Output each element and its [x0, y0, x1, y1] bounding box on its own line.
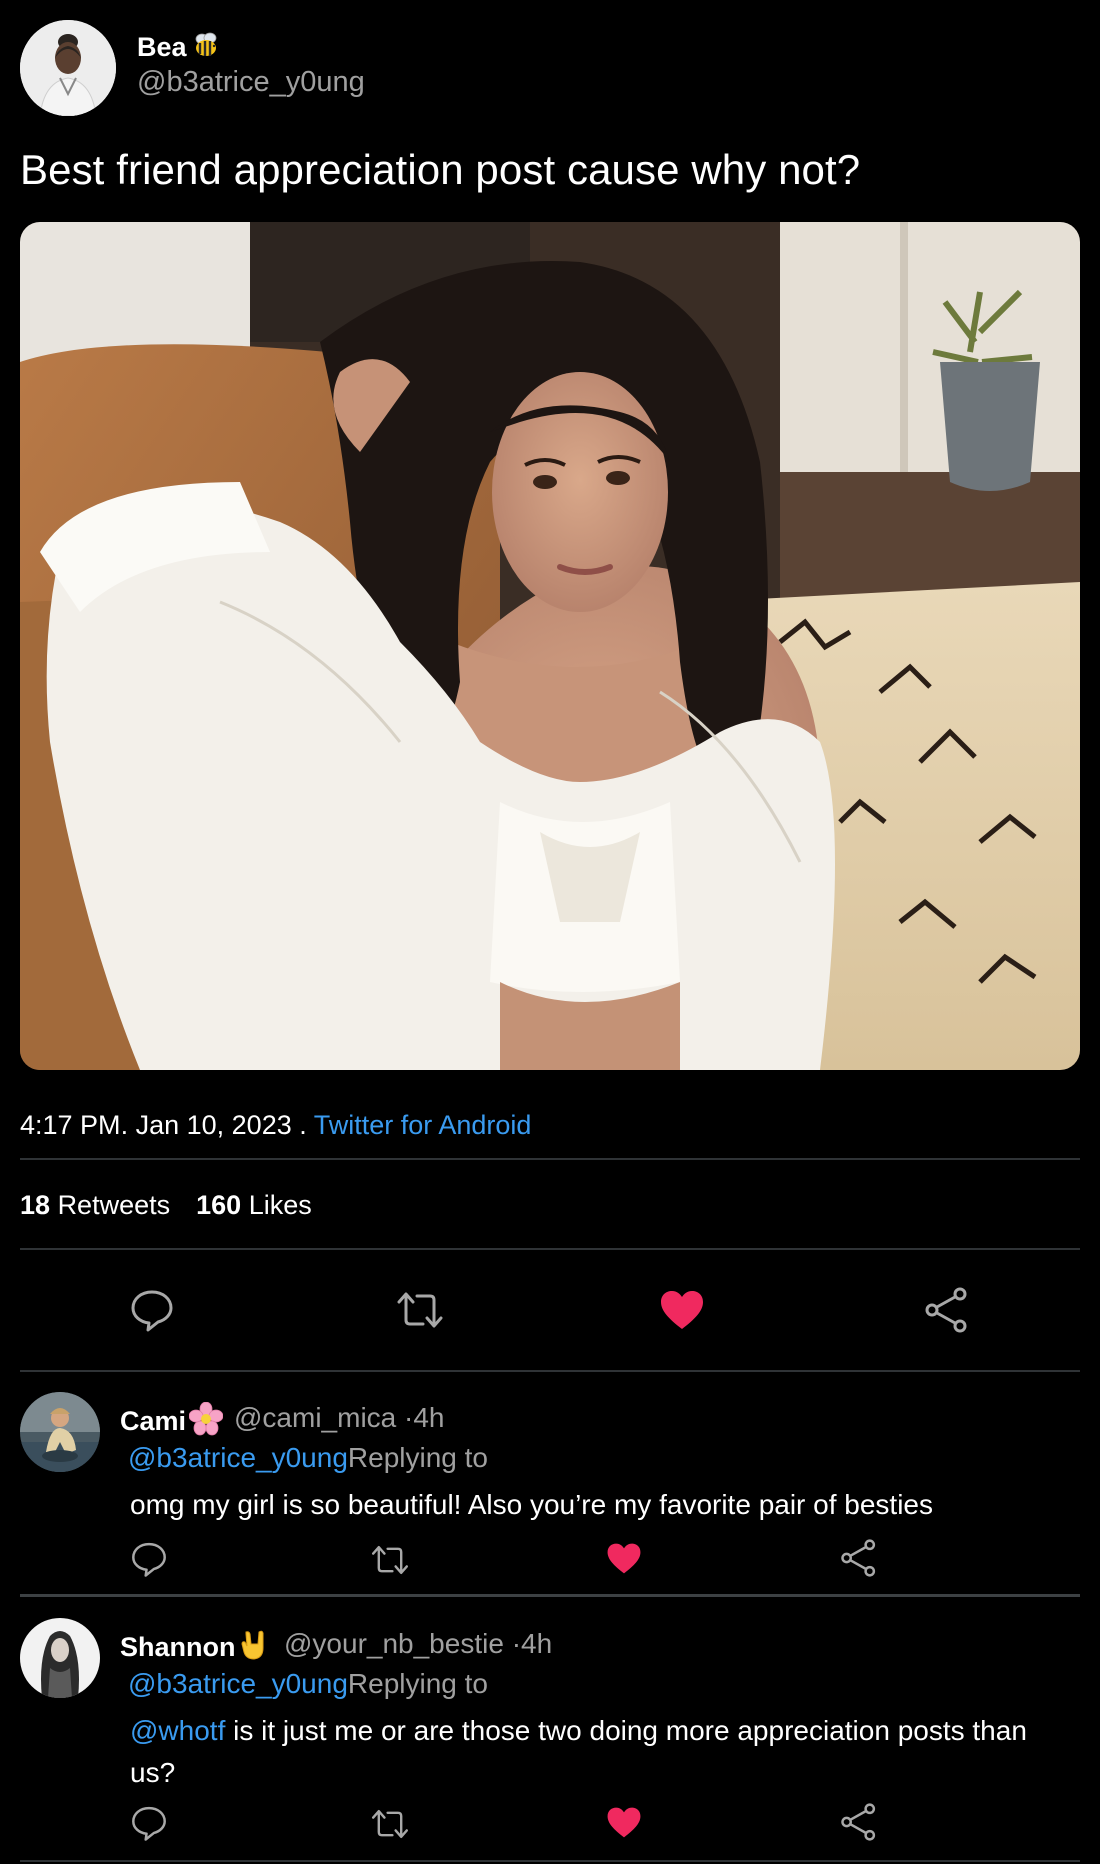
- likes-count: 160: [196, 1190, 242, 1220]
- reply-share-button[interactable]: [840, 1538, 880, 1580]
- reply-item[interactable]: Cami @cami_mica ·4h @b3atrice_y0ungReply…: [20, 1392, 1080, 1592]
- tweet-text: Best friend appreciation post cause why …: [20, 146, 861, 193]
- reply-like-button[interactable]: [606, 1542, 646, 1582]
- divider: [20, 1158, 1080, 1160]
- divider: [20, 1370, 1080, 1372]
- tweet-actions: [0, 1285, 1100, 1335]
- share-button[interactable]: [922, 1285, 972, 1335]
- share-icon: [841, 1803, 876, 1841]
- share-icon: [925, 1287, 967, 1333]
- reply-time: ·4h: [404, 1402, 445, 1433]
- replying-to-mention[interactable]: @b3atrice_y0ung: [128, 1442, 348, 1473]
- reply-author-handle[interactable]: @your_nb_bestie ·4h: [284, 1628, 552, 1660]
- replying-to-mention[interactable]: @b3atrice_y0ung: [128, 1668, 348, 1699]
- reply-item[interactable]: Shannon @your_nb_bestie ·4h @b3atrice_y0…: [20, 1618, 1080, 1858]
- source-separator: .: [299, 1110, 307, 1140]
- like-icon: [607, 1543, 641, 1574]
- reply-author-name[interactable]: Shannon: [120, 1628, 272, 1669]
- tweet-stats: 18 Retweets 160 Likes: [20, 1190, 312, 1221]
- tweet-timestamp: 4:17 PM. Jan 10, 2023 . Twitter for Andr…: [20, 1110, 531, 1141]
- like-icon: [607, 1807, 641, 1838]
- reply-avatar[interactable]: [20, 1392, 100, 1472]
- reply-icon: [131, 1290, 173, 1332]
- reply-icon: [132, 1806, 166, 1841]
- date-separator: .: [120, 1110, 129, 1140]
- share-icon: [841, 1539, 876, 1577]
- reply-text-mention[interactable]: @whotf: [130, 1715, 225, 1746]
- tweet-date: Jan 10, 2023: [135, 1110, 292, 1140]
- like-icon: [661, 1291, 703, 1329]
- bee-emoji-icon: [191, 30, 221, 67]
- retweet-icon: [372, 1810, 408, 1839]
- reply-like-button[interactable]: [606, 1806, 646, 1846]
- tweet-photo[interactable]: [20, 222, 1080, 1070]
- reply-author-handle[interactable]: @cami_mica ·4h: [234, 1402, 444, 1434]
- reply-retweet-button[interactable]: [370, 1542, 414, 1582]
- reply-text-body: is it just me or are those two doing mor…: [130, 1715, 1027, 1788]
- like-button[interactable]: [657, 1285, 707, 1335]
- reply-author-name-text: Shannon: [120, 1632, 236, 1662]
- retweet-icon: [397, 1292, 443, 1328]
- reply-share-button[interactable]: [840, 1802, 880, 1844]
- retweets-label: Retweets: [57, 1190, 171, 1220]
- author-name[interactable]: Bea: [137, 30, 221, 67]
- retweets-count: 18: [20, 1190, 51, 1220]
- retweet-button[interactable]: [395, 1285, 445, 1335]
- rock-hand-emoji-icon: [238, 1628, 272, 1669]
- replying-to: @b3atrice_y0ungReplying to: [128, 1442, 488, 1474]
- reply-author-name-text: Cami: [120, 1406, 187, 1436]
- retweet-icon: [372, 1546, 408, 1575]
- tweet-source-link[interactable]: Twitter for Android: [314, 1110, 532, 1140]
- author-handle[interactable]: @b3atrice_y0ung: [137, 66, 365, 99]
- reply-time: ·4h: [511, 1628, 553, 1659]
- reply-reply-button[interactable]: [130, 1540, 170, 1580]
- replying-to-label: Replying to: [347, 1442, 488, 1473]
- reply-button[interactable]: [127, 1285, 177, 1335]
- reply-text: @whotf is it just me or are those two do…: [130, 1710, 1070, 1794]
- divider: [20, 1594, 1080, 1597]
- divider: [20, 1248, 1080, 1250]
- reply-text: omg my girl is so beautiful! Also you’re…: [130, 1489, 934, 1520]
- likes-label: Likes: [248, 1190, 312, 1220]
- reply-handle-text: @cami_mica: [234, 1402, 397, 1433]
- reply-icon: [132, 1542, 166, 1577]
- reply-retweet-button[interactable]: [370, 1806, 414, 1846]
- reply-author-name[interactable]: Cami: [120, 1401, 224, 1443]
- tweet-header: Bea @b3atrice_y0ung: [20, 20, 1080, 116]
- reply-handle-text: @your_nb_bestie: [284, 1628, 504, 1659]
- likes-stat[interactable]: 160 Likes: [196, 1190, 312, 1220]
- author-name-text: Bea: [137, 32, 187, 62]
- retweets-stat[interactable]: 18 Retweets: [20, 1190, 170, 1220]
- replying-to: @b3atrice_y0ungReplying to: [128, 1668, 488, 1700]
- replying-to-label: Replying to: [347, 1668, 488, 1699]
- author-avatar[interactable]: [20, 20, 116, 116]
- reply-avatar[interactable]: [20, 1618, 100, 1698]
- divider: [20, 1860, 1080, 1862]
- tweet-time: 4:17 PM: [20, 1110, 121, 1140]
- reply-reply-button[interactable]: [130, 1804, 170, 1844]
- flower-emoji-icon: [188, 1401, 224, 1443]
